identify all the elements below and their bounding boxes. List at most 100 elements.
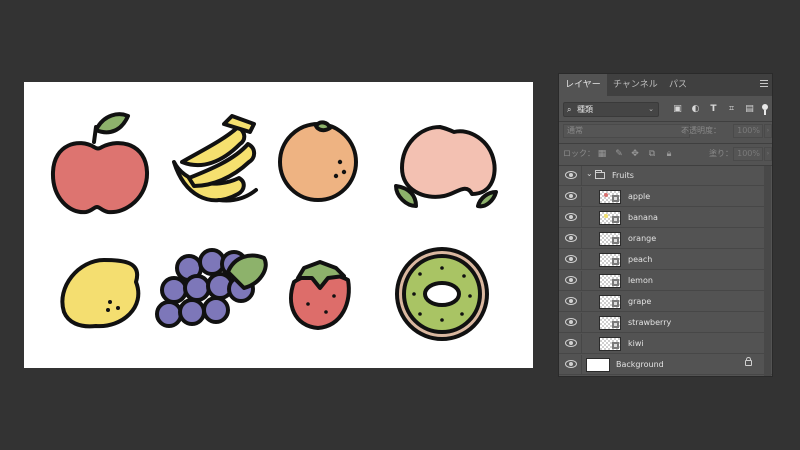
- layer-grape[interactable]: grape: [559, 292, 764, 312]
- divider: [581, 271, 582, 290]
- layer-thumbnail: [599, 337, 621, 351]
- divider: [581, 313, 582, 332]
- smart-object-badge-icon: [612, 321, 619, 328]
- tab-channels[interactable]: チャンネル: [607, 74, 664, 96]
- layer-group-fruits[interactable]: ⌄ Fruits: [559, 166, 764, 186]
- layer-thumbnail: [599, 316, 621, 330]
- layer-thumbnail: [599, 232, 621, 246]
- layer-strawberry[interactable]: strawberry: [559, 313, 764, 333]
- image-filter-icon[interactable]: ▣: [671, 103, 684, 116]
- smart-object-badge-icon: [612, 258, 619, 265]
- layer-banana[interactable]: banana: [559, 208, 764, 228]
- lock-label: ロック：: [563, 149, 595, 158]
- layer-orange[interactable]: orange: [559, 229, 764, 249]
- blend-mode-select[interactable]: 通常 ⌄: [563, 124, 690, 138]
- visibility-eye-icon[interactable]: [565, 339, 577, 347]
- layer-name: kiwi: [628, 339, 644, 348]
- divider: [559, 143, 772, 144]
- layer-name: apple: [628, 192, 651, 201]
- layer-thumbnail: [599, 295, 621, 309]
- peach-drawing: [394, 125, 498, 209]
- lock-row: ロック： ▦ ✎ ✥ ⧉ 🔒︎ 塗り： 100% ›: [563, 147, 772, 163]
- visibility-eye-icon[interactable]: [565, 213, 577, 221]
- filter-toggle-switch[interactable]: [762, 104, 768, 115]
- layer-kiwi[interactable]: kiwi: [559, 334, 764, 354]
- type-filter-icon[interactable]: T: [707, 103, 720, 116]
- layer-lemon[interactable]: lemon: [559, 271, 764, 291]
- fruit-illustration: [50, 112, 498, 341]
- layer-name: lemon: [628, 276, 653, 285]
- adjustment-filter-icon[interactable]: ◐: [689, 103, 702, 116]
- lock-artboard-icon[interactable]: ⧉: [646, 148, 658, 160]
- panel-menu-icon[interactable]: [760, 80, 768, 90]
- layer-peach[interactable]: peach: [559, 250, 764, 270]
- tab-layers[interactable]: レイヤー: [559, 74, 607, 96]
- layer-name: Fruits: [612, 171, 634, 180]
- blend-mode-value: 通常: [567, 126, 583, 135]
- chevron-down-icon[interactable]: ⌄: [586, 169, 593, 178]
- fill-dropdown-icon[interactable]: ›: [764, 147, 772, 161]
- kiwi-drawing: [395, 247, 489, 341]
- visibility-eye-icon[interactable]: [565, 276, 577, 284]
- opacity-dropdown-icon[interactable]: ›: [764, 124, 772, 138]
- smart-object-badge-icon: [612, 300, 619, 307]
- layer-name: orange: [628, 234, 657, 243]
- orange-drawing: [278, 120, 358, 202]
- strawberry-drawing: [289, 260, 351, 330]
- layer-apple[interactable]: apple: [559, 187, 764, 207]
- apple-drawing: [50, 112, 150, 215]
- divider: [581, 166, 582, 185]
- layer-name: grape: [628, 297, 652, 306]
- visibility-eye-icon[interactable]: [565, 234, 577, 242]
- divider: [581, 334, 582, 353]
- lock-position-icon[interactable]: ✥: [629, 148, 641, 160]
- banana-drawing: [172, 114, 258, 203]
- divider: [559, 121, 772, 122]
- shape-filter-icon[interactable]: ⌗: [725, 103, 738, 116]
- visibility-eye-icon[interactable]: [565, 318, 577, 326]
- visibility-eye-icon[interactable]: [565, 297, 577, 305]
- layers-scrollbar[interactable]: [764, 166, 771, 376]
- lock-all-icon[interactable]: 🔒︎: [663, 148, 675, 160]
- lock-image-icon[interactable]: ✎: [613, 148, 625, 160]
- layer-name: Background: [616, 360, 664, 369]
- tab-paths[interactable]: パス: [663, 74, 693, 96]
- smart-object-badge-icon: [612, 237, 619, 244]
- fill-label: 塗り：: [709, 149, 733, 158]
- lock-transparent-icon[interactable]: ▦: [596, 148, 608, 160]
- layer-thumbnail: [599, 190, 621, 204]
- smart-object-badge-icon: [612, 342, 619, 349]
- layer-thumbnail: [599, 274, 621, 288]
- smart-object-filter-icon[interactable]: ▤: [743, 103, 756, 116]
- smart-object-badge-icon: [612, 279, 619, 286]
- chevron-down-icon: ⌄: [648, 105, 654, 113]
- divider: [581, 187, 582, 206]
- layer-thumbnail: [599, 253, 621, 267]
- layer-thumbnail: [599, 211, 621, 225]
- blend-row: 通常 ⌄ 不透明度： 100% ›: [563, 124, 772, 140]
- visibility-eye-icon[interactable]: [565, 192, 577, 200]
- visibility-eye-icon[interactable]: [565, 171, 577, 179]
- layers-panel: レイヤー チャンネル パス ⌕ 種類 ⌄ ▣ ◐ T ⌗ ▤ 通常 ⌄ 不透明度…: [558, 73, 773, 377]
- folder-icon: [595, 170, 605, 179]
- layer-name: banana: [628, 213, 658, 222]
- divider: [581, 292, 582, 311]
- divider: [581, 250, 582, 269]
- smart-object-badge-icon: [612, 216, 619, 223]
- fill-field[interactable]: 100%: [733, 147, 763, 161]
- smart-object-badge-icon: [612, 195, 619, 202]
- visibility-eye-icon[interactable]: [565, 255, 577, 263]
- document-canvas[interactable]: [24, 82, 533, 368]
- divider: [581, 355, 582, 374]
- grape-drawing: [155, 248, 268, 328]
- kind-filter-select[interactable]: ⌕ 種類 ⌄: [563, 102, 659, 117]
- layer-background[interactable]: Background: [559, 355, 772, 375]
- lemon-drawing: [60, 258, 141, 329]
- opacity-field[interactable]: 100%: [733, 124, 763, 138]
- divider: [581, 208, 582, 227]
- layer-name: peach: [628, 255, 653, 264]
- visibility-eye-icon[interactable]: [565, 360, 577, 368]
- divider: [581, 229, 582, 248]
- search-icon: ⌕: [567, 105, 572, 114]
- kind-filter-value: 種類: [577, 105, 593, 114]
